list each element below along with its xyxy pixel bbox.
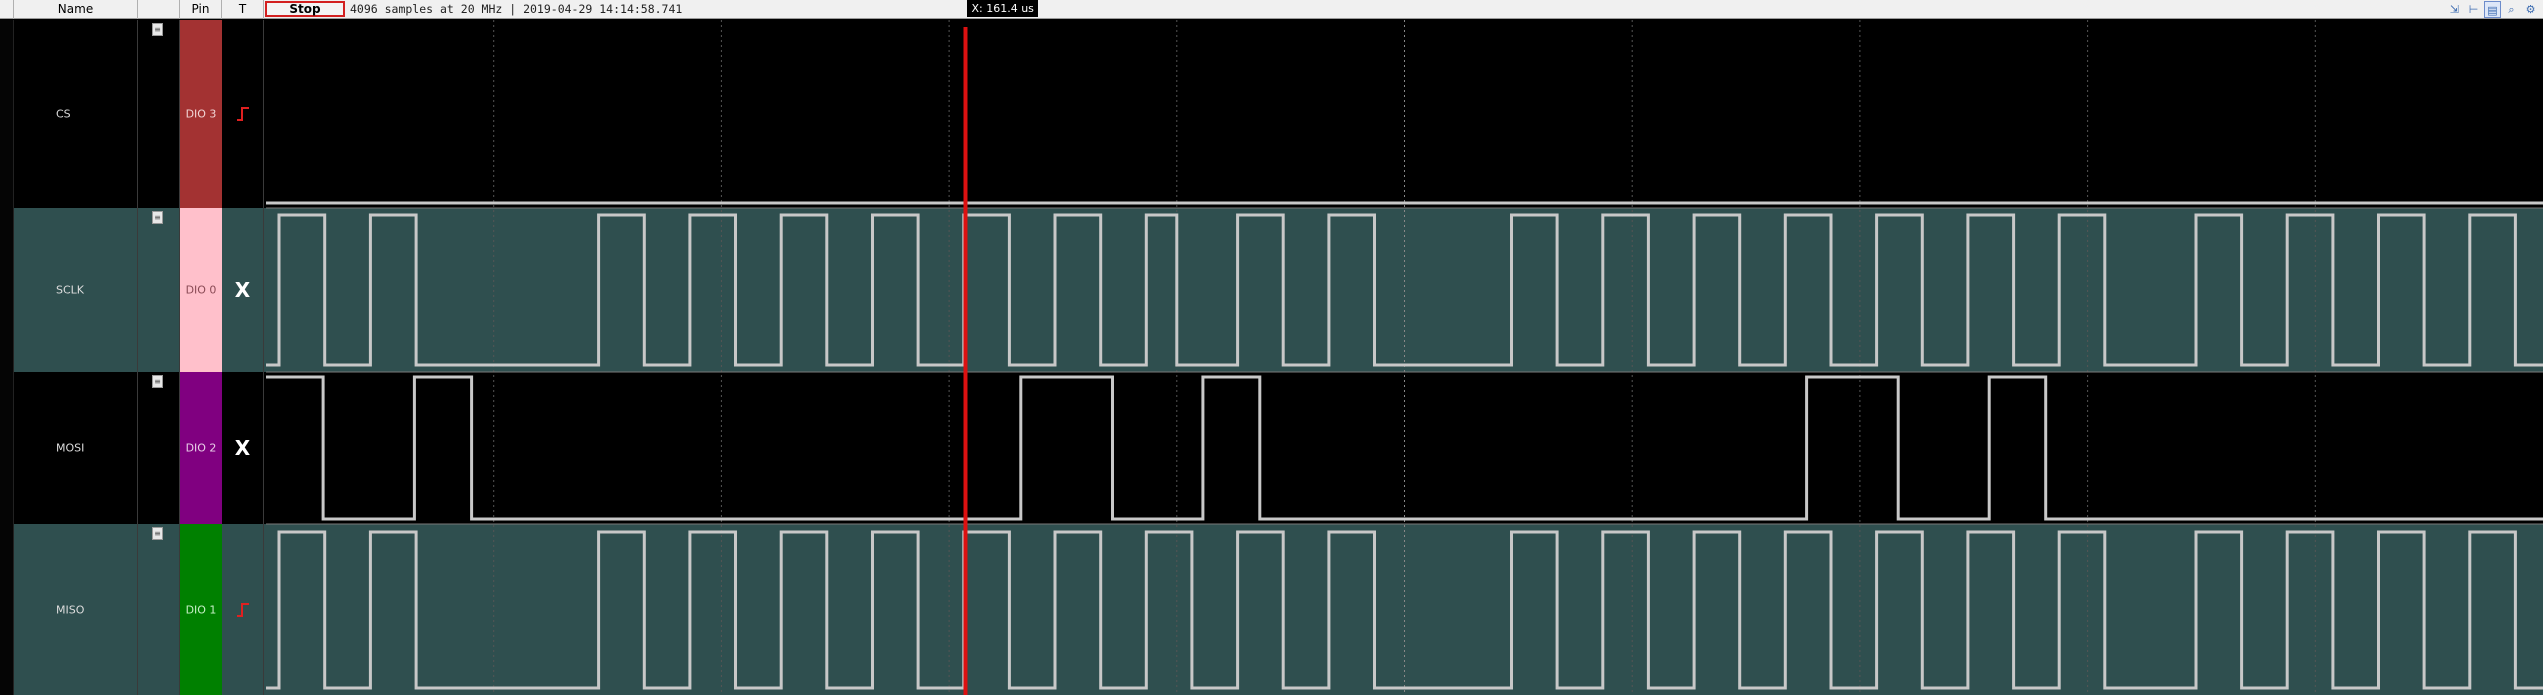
pin-label: DIO 2 (185, 441, 217, 455)
pin-cell[interactable]: DIO 3 (180, 20, 222, 208)
zoom-width-icon[interactable]: ⊢ (2465, 1, 2482, 18)
row-gutter (0, 524, 14, 695)
pin-label: DIO 0 (185, 283, 217, 297)
channel-name: MISO (56, 603, 85, 616)
waveform-row-background (266, 524, 2543, 695)
row-gutter (0, 372, 14, 524)
channel-name-cell[interactable]: SCLK (14, 208, 138, 372)
column-header-pin[interactable]: Pin (180, 0, 222, 19)
zoom-icon[interactable]: ⌕ (2503, 1, 2520, 18)
pin-cell[interactable]: DIO 0 (180, 208, 222, 372)
column-header-trigger[interactable]: T (222, 0, 264, 19)
channel-properties-icon[interactable]: ≡ (152, 527, 163, 540)
pin-cell[interactable]: DIO 2 (180, 372, 222, 524)
trigger-cell[interactable]: X (222, 208, 264, 372)
channel-name-cell[interactable]: CS (14, 20, 138, 208)
trigger-cell[interactable] (222, 20, 264, 208)
view-toolbar: ⇲ ⊢ ▤ ⌕ ⚙ (2446, 1, 2539, 18)
status-text: 4096 samples at 20 MHz | 2019-04-29 14:1… (350, 2, 683, 16)
channel-name-cell[interactable]: MISO (14, 524, 138, 695)
no-trigger-icon: X (234, 436, 251, 460)
stop-button[interactable]: Stop (265, 1, 345, 17)
channel-name: MOSI (56, 441, 85, 455)
column-header-name[interactable]: Name (14, 0, 138, 19)
zoom-fit-icon[interactable]: ⇲ (2446, 1, 2463, 18)
header-gutter (0, 0, 14, 19)
waveform-plot[interactable] (266, 20, 2543, 695)
column-header-icon (138, 0, 180, 19)
channel-properties-icon[interactable]: ≡ (152, 23, 163, 36)
pin-cell[interactable]: DIO 1 (180, 524, 222, 695)
data-view-icon[interactable]: ▤ (2484, 1, 2501, 18)
channel-icon-cell: ≡ (138, 208, 180, 372)
channel-name-cell[interactable]: MOSI (14, 372, 138, 524)
channel-icon-cell: ≡ (138, 20, 180, 208)
no-trigger-icon: X (234, 278, 251, 302)
rising-edge-trigger-icon (237, 107, 249, 121)
trigger-cell[interactable]: X (222, 372, 264, 524)
zoom-settings-icon[interactable]: ⚙ (2522, 1, 2539, 18)
header-bar: Name Pin T Stop 4096 samples at 20 MHz |… (0, 0, 2543, 19)
channel-name: CS (56, 107, 71, 121)
channel-icon-cell: ≡ (138, 372, 180, 524)
pin-label: DIO 3 (185, 107, 217, 121)
channel-properties-icon[interactable]: ≡ (152, 375, 163, 388)
channel-properties-icon[interactable]: ≡ (152, 211, 163, 224)
channel-name: SCLK (56, 283, 85, 297)
waveform-row-background (266, 20, 2543, 208)
row-gutter (0, 20, 14, 208)
cursor-readout: X: 161.4 us (967, 0, 1038, 17)
pin-label: DIO 1 (185, 603, 217, 616)
trigger-cell[interactable] (222, 524, 264, 695)
row-gutter (0, 208, 14, 372)
channel-icon-cell: ≡ (138, 524, 180, 695)
rising-edge-trigger-icon (237, 602, 249, 617)
